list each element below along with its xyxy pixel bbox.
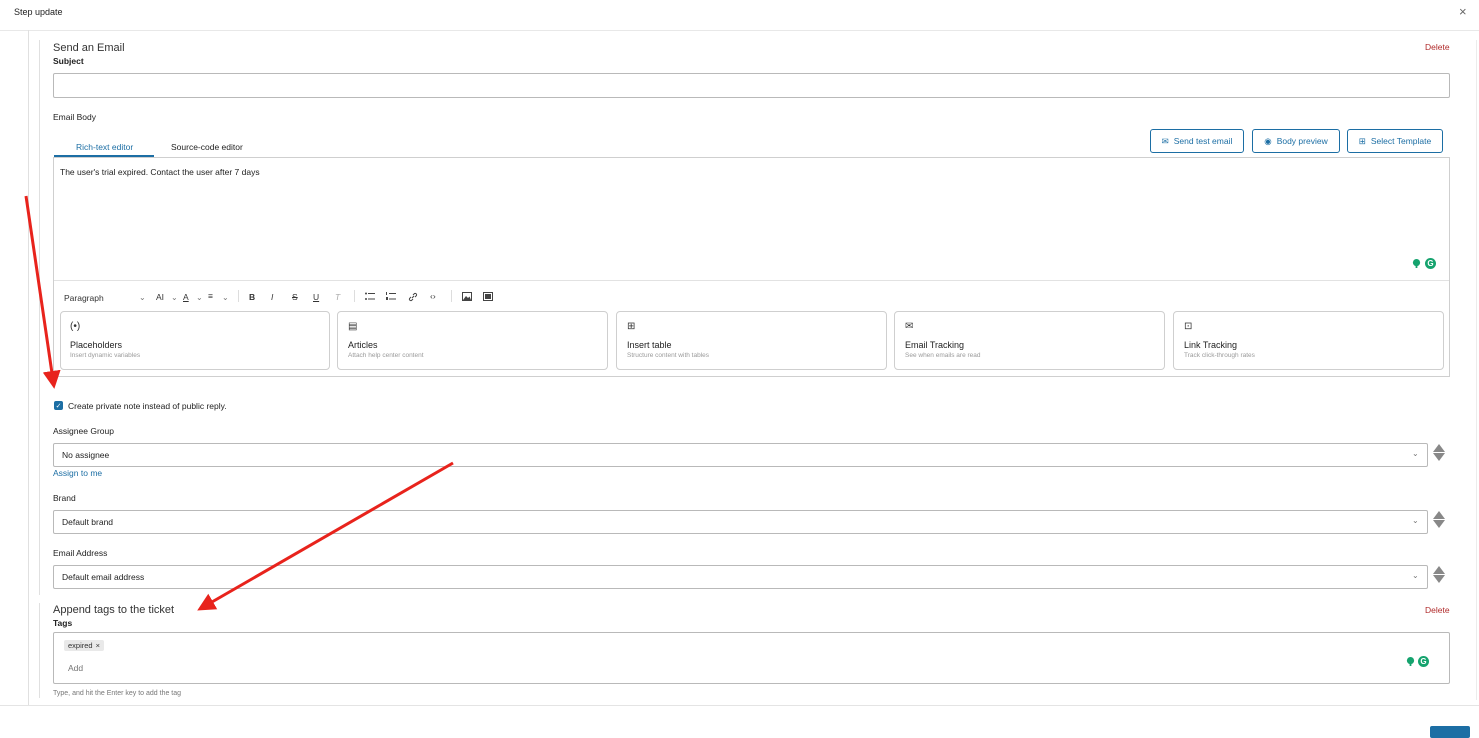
annotation-arrow-tags <box>197 461 454 611</box>
annotation-arrows <box>24 195 454 611</box>
annotation-arrow-checkbox <box>24 195 61 389</box>
